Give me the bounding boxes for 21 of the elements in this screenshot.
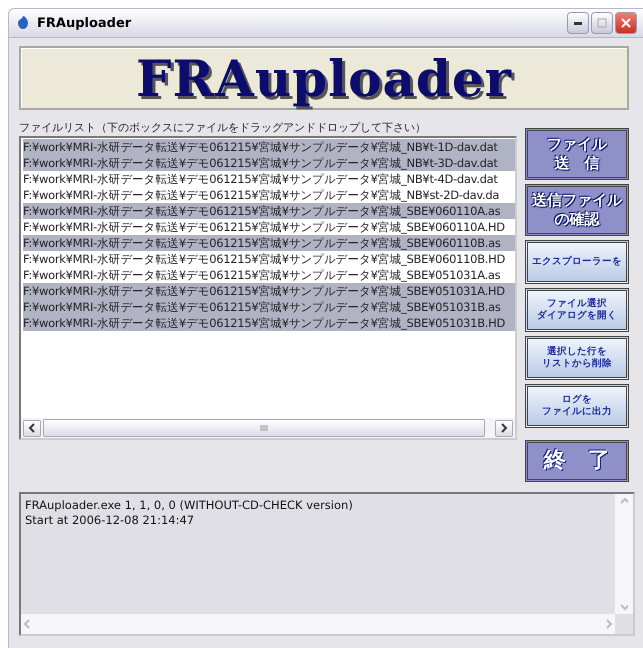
file-row[interactable]: F:¥work¥MRI-水研データ転送¥デモ061215¥宮城¥サンプルデータ¥宮城_NB¥t-1D-dav.dat	[23, 139, 515, 155]
file-row[interactable]: F:¥work¥MRI-水研データ転送¥デモ061215¥宮城¥サンプルデータ¥宮城_NB¥t-3D-dav.dat	[23, 155, 515, 171]
file-row[interactable]: F:¥work¥MRI-水研データ転送¥デモ061215¥宮城¥サンプルデータ¥宮城_SBE¥051031A.HD	[23, 283, 515, 299]
file-list-label: ファイルリスト（下のボックスにファイルをドラッグアンドドロップして下さい）	[19, 120, 427, 134]
file-row[interactable]: F:¥work¥MRI-水研データ転送¥デモ061215¥宮城¥サンプルデータ¥宮城_SBE¥051031A.as	[23, 267, 515, 283]
file-row[interactable]: F:¥work¥MRI-水研データ転送¥デモ061215¥宮城¥サンプルデータ¥宮城_SBE¥060110B.HD	[23, 251, 515, 267]
banner-title: FRAuploader	[136, 48, 512, 108]
file-row[interactable]: F:¥work¥MRI-水研データ転送¥デモ061215¥宮城¥サンプルデータ¥宮城_SBE¥051031B.as	[23, 299, 515, 315]
file-row[interactable]: F:¥work¥MRI-水研データ転送¥デモ061215¥宮城¥サンプルデータ¥宮城_SBE¥060110A.HD	[23, 219, 515, 235]
log-line: FRAuploader.exe 1, 1, 0, 0 (WITHOUT-CD-CHECK version)	[25, 498, 354, 513]
side-button[interactable]: ファイル選択 ダイアログを開く	[525, 288, 629, 332]
window-title: FRAuploader	[37, 16, 132, 30]
side-button[interactable]: 選択した行を リストから削除	[525, 336, 629, 380]
file-row[interactable]: F:¥work¥MRI-水研データ転送¥デモ061215¥宮城¥サンプルデータ¥宮城_NB¥t-4D-dav.dat	[23, 171, 515, 187]
file-row[interactable]: F:¥work¥MRI-水研データ転送¥デモ061215¥宮城¥サンプルデータ¥宮城_SBE¥051031B.HD	[23, 315, 515, 331]
file-row[interactable]: F:¥work¥MRI-水研データ転送¥デモ061215¥宮城¥サンプルデータ¥宮城_NB¥st-2D-dav.da	[23, 187, 515, 203]
file-row[interactable]: F:¥work¥MRI-水研データ転送¥デモ061215¥宮城¥サンプルデータ¥宮城_SBE¥060110A.as	[23, 203, 515, 219]
side-button[interactable]: ログを ファイルに出力	[525, 384, 629, 428]
side-button[interactable]: エクスプローラーを	[525, 240, 629, 284]
log-line: Start at 2006-12-08 21:14:47	[25, 513, 196, 528]
file-row[interactable]: F:¥work¥MRI-水研データ転送¥デモ061215¥宮城¥サンプルデータ¥宮城_SBE¥060110B.as	[23, 235, 515, 251]
